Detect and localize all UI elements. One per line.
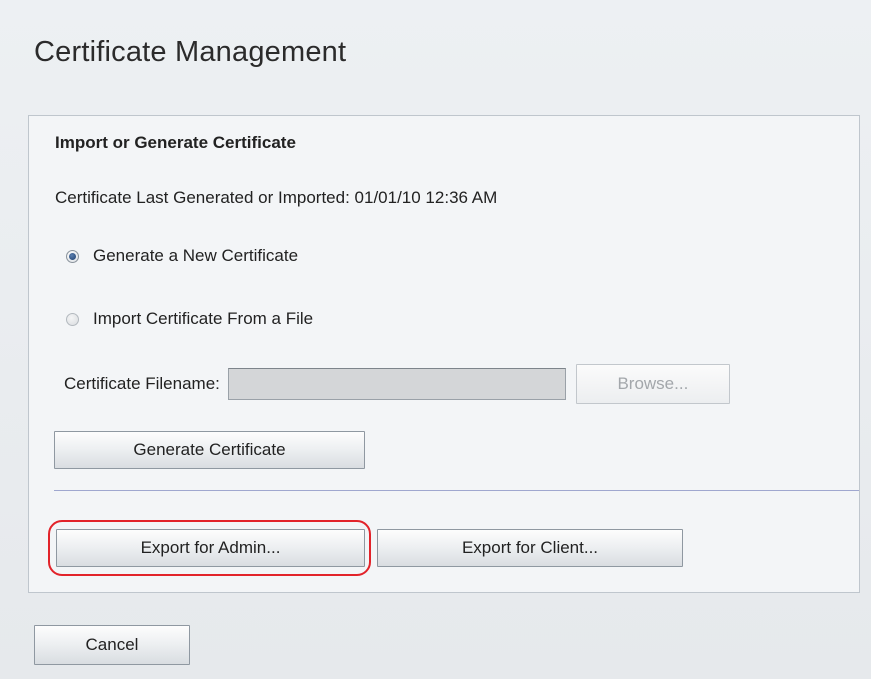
certificate-management-page: Certificate Management Import or Generat… (0, 0, 871, 679)
browse-button[interactable]: Browse... (575, 364, 730, 404)
export-for-client-button[interactable]: Export for Client... (377, 529, 683, 567)
page-title: Certificate Management (34, 36, 347, 68)
export-for-admin-button[interactable]: Export for Admin... (56, 529, 365, 567)
certificate-filename-row: Certificate Filename: Browse... (64, 364, 730, 404)
last-generated-text: Certificate Last Generated or Imported: … (55, 188, 498, 207)
import-certificate-option[interactable]: Import Certificate From a File (66, 309, 313, 329)
import-generate-panel: Import or Generate Certificate Certifica… (28, 115, 860, 593)
cancel-button[interactable]: Cancel (34, 625, 190, 665)
generate-new-certificate-label: Generate a New Certificate (93, 246, 299, 265)
section-divider (54, 490, 859, 491)
import-certificate-radio[interactable] (66, 312, 79, 326)
generate-new-certificate-radio[interactable] (66, 249, 79, 263)
import-certificate-label: Import Certificate From a File (93, 309, 314, 328)
certificate-filename-field[interactable] (227, 368, 566, 400)
generate-certificate-button[interactable]: Generate Certificate (54, 431, 365, 469)
generate-new-certificate-option[interactable]: Generate a New Certificate (66, 246, 298, 266)
section-title: Import or Generate Certificate (55, 133, 296, 152)
certificate-filename-label: Certificate Filename: (64, 374, 220, 393)
